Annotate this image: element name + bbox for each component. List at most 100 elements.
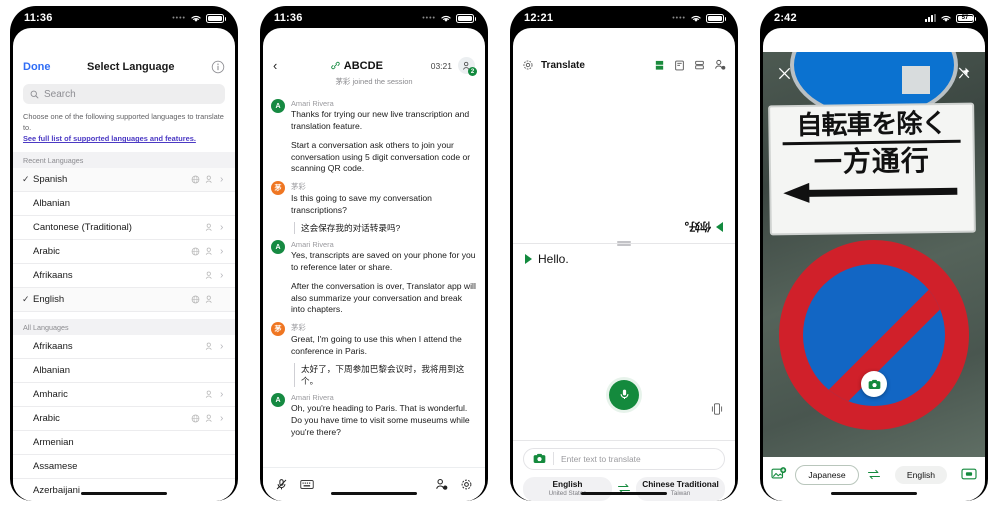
translate-person-icon [205,223,212,232]
section-header-recent: Recent Languages [13,152,235,169]
page-title: Translate [541,59,585,71]
camera-icon [868,379,880,389]
phone-vibrate-icon[interactable] [711,402,723,416]
language-name: English [33,294,65,306]
sign-line-1: 自転車を除く [796,108,947,142]
list-item[interactable]: Armenian [13,431,235,456]
add-person-icon[interactable] [714,59,726,71]
list-item[interactable]: Cantonese (Traditional) › [13,216,235,241]
translate-person-icon [205,247,212,256]
back-chevron-icon[interactable]: ‹ [273,58,283,73]
avatar: 茅 [271,322,285,337]
info-circle-icon[interactable] [211,60,225,74]
message-item: 茅 茅彩 Is this going to save my conversati… [271,181,477,235]
home-indicator[interactable] [331,491,417,495]
source-language-name: English [552,478,583,489]
globe-icon [191,175,200,184]
translate-person-icon [205,342,212,351]
description-block: Choose one of the following supported la… [13,112,235,145]
cellular-signal-icon [925,14,937,22]
message-translation: 这会保存我的对话转录吗? [294,222,477,235]
sign-line-2: 一方通行 [813,144,931,180]
keyboard-icon[interactable] [300,479,314,490]
list-item[interactable]: Arabic › [13,240,235,265]
list-item[interactable]: Albanian [13,359,235,384]
mic-button[interactable] [609,379,639,410]
scan-frame-icon[interactable] [961,467,977,481]
list-item[interactable]: Arabic › [13,407,235,432]
translate-person-icon [205,271,212,280]
close-x-icon[interactable] [777,66,792,81]
session-timer: 03:21 [430,60,452,71]
panel-translate: 12:21 •••• Translate 你好。 Hello. Enter te… [500,0,748,505]
wifi-icon [191,15,201,22]
target-language-button[interactable]: English [894,466,948,484]
phone-frame-4: 2:42 57 自転車を除く 一方通行 Japanese English [760,6,988,501]
source-input-pane: Hello. [513,244,735,439]
list-item[interactable]: Azerbaijani [13,479,235,501]
home-indicator[interactable] [831,491,917,495]
cellular-dots-icon: •••• [672,14,686,22]
list-item[interactable]: ✓ Spanish › [13,168,235,193]
add-person-icon[interactable] [435,478,448,491]
list-item[interactable]: Assamese [13,455,235,480]
wifi-icon [691,15,701,22]
section-header-all: All Languages [13,319,235,336]
conversation-header: ‹ ABCDE 03:21 2 茅彩 joined the session [263,52,485,89]
camera-viewfinder[interactable]: 自転車を除く 一方通行 [763,52,985,457]
all-languages-list: Afrikaans › Albanian Amharic › Arabic › … [13,335,235,501]
import-image-icon[interactable] [771,467,787,481]
translated-output-pane: 你好。 [513,78,735,243]
swap-arrows-icon[interactable] [867,469,881,480]
card-view-icon[interactable] [674,60,685,71]
message-text: Start a conversation ask others to join … [291,139,471,174]
source-language-button[interactable]: English United States [523,476,612,501]
participants-button[interactable]: 2 [458,57,477,76]
cellular-dots-icon: •••• [172,14,186,22]
wifi-icon [441,15,451,22]
gear-icon[interactable] [522,59,534,71]
mic-muted-icon[interactable] [275,478,288,491]
page-title: Select Language [87,61,175,73]
screenshot-stage: 11:36 •••• Done Select Language Search C… [0,0,990,505]
language-name: Spanish [33,174,68,186]
list-item[interactable]: Afrikaans › [13,264,235,289]
play-triangle-icon[interactable] [525,254,532,265]
left-arrow-icon [779,180,965,203]
list-item[interactable]: ✓ English [13,288,235,313]
message-item: A Amari Rivera Thanks for trying our new… [271,99,477,175]
conversation-toolbar [263,467,485,501]
list-item[interactable]: Afrikaans › [13,335,235,360]
home-indicator[interactable] [581,491,667,495]
phone-frame-1: 11:36 •••• Done Select Language Search C… [10,6,238,501]
dynamic-island-2 [335,10,413,27]
home-indicator[interactable] [81,491,167,495]
language-pair-selector: English United States Chinese Traditiona… [523,476,725,501]
search-input[interactable]: Search [23,84,225,104]
play-triangle-icon[interactable] [716,222,723,233]
camera-icon[interactable] [533,453,546,464]
source-language-button[interactable]: Japanese [795,465,859,485]
message-text: After the conversation is over, Translat… [291,280,476,315]
pin-slash-icon[interactable] [957,66,971,80]
list-view-icon[interactable] [694,60,705,71]
message-sender: Amari Rivera [291,99,334,108]
chevron-right-icon: › [220,222,224,234]
list-item[interactable]: Amharic › [13,383,235,408]
message-list[interactable]: A Amari Rivera Thanks for trying our new… [263,89,485,467]
split-view-icon[interactable] [654,60,665,71]
globe-icon [191,414,200,423]
shutter-button[interactable] [861,371,887,397]
text-input[interactable]: Enter text to translate [523,447,725,470]
done-button[interactable]: Done [23,61,51,73]
supported-languages-link[interactable]: See full list of supported languages and… [23,134,225,145]
gear-icon[interactable] [460,478,473,491]
target-language-button[interactable]: Chinese Traditional Taiwan [636,476,725,501]
navigation-bar: Done Select Language [13,52,235,82]
sign-patch [902,66,930,94]
language-name: Albanian [33,198,70,210]
screen-3: Translate 你好。 Hello. Enter text to trans… [513,28,735,501]
message-sender: Amari Rivera [291,240,334,250]
globe-icon [191,247,200,256]
list-item[interactable]: Albanian [13,192,235,217]
